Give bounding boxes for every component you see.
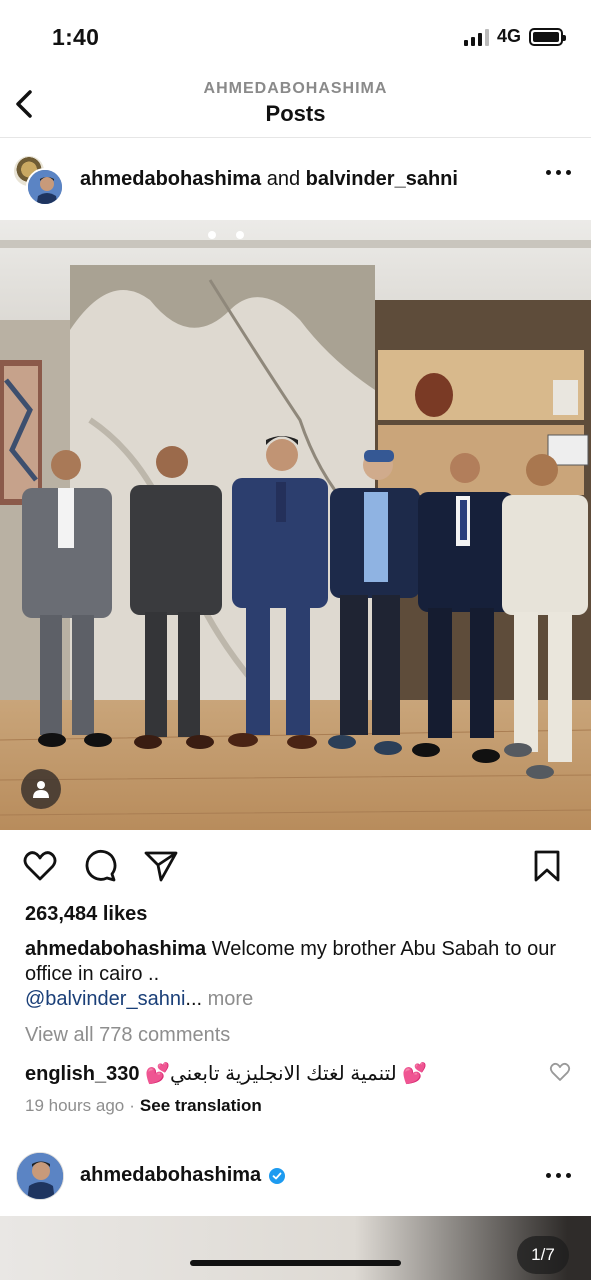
author-link[interactable]: balvinder_sahni — [306, 168, 458, 190]
more-link[interactable]: more — [202, 988, 254, 1010]
image-counter: 1/7 — [517, 1236, 569, 1274]
status-indicators: 4G — [463, 26, 566, 47]
avatar — [26, 168, 64, 206]
heart-icon — [549, 1062, 571, 1081]
home-indicator[interactable] — [190, 1260, 401, 1266]
post-header: ahmedabohashima and balvinder_sahni — [0, 140, 591, 220]
post-meta: 19 hours ago · See translation — [25, 1096, 262, 1116]
caption-ellipsis: ... — [185, 988, 203, 1010]
caption-username[interactable]: ahmedabohashima — [25, 938, 206, 960]
comment-item: english_330 💕لتنمية لغتك الانجليزية تابع… — [25, 1061, 555, 1086]
share-button[interactable] — [143, 848, 179, 884]
tagged-users-button[interactable] — [21, 769, 61, 809]
send-icon — [144, 851, 178, 882]
post-photo — [0, 220, 591, 830]
more-options-button[interactable] — [546, 170, 571, 175]
more-horizontal-icon — [546, 1173, 551, 1178]
author-link[interactable]: ahmedabohashima — [80, 168, 261, 190]
more-options-button[interactable] — [546, 1173, 571, 1178]
see-translation-link[interactable]: See translation — [140, 1096, 262, 1115]
avatar[interactable] — [16, 1152, 64, 1200]
network-type: 4G — [496, 26, 521, 46]
status-time: 1:40 — [52, 24, 100, 50]
comment-icon — [85, 850, 117, 882]
save-button[interactable] — [529, 848, 565, 884]
header-username: AHMEDABOHASHIMA — [203, 80, 388, 97]
post-caption: ahmedabohashima Welcome my brother Abu S… — [25, 937, 570, 1012]
post-actions — [0, 842, 591, 892]
comment-username[interactable]: english_330 — [25, 1063, 140, 1085]
post-time: 19 hours ago — [25, 1096, 125, 1115]
signal-icon — [463, 28, 489, 46]
post-image[interactable] — [0, 220, 591, 830]
comment-button[interactable] — [82, 848, 118, 884]
username-text: ahmedabohashima — [80, 1164, 262, 1186]
bookmark-icon — [534, 850, 560, 882]
next-post-image[interactable] — [0, 1216, 591, 1280]
status-bar: 1:40 4G — [0, 0, 591, 70]
comment-like-button[interactable] — [549, 1061, 571, 1083]
battery-icon — [529, 27, 566, 46]
person-icon — [33, 781, 49, 798]
likes-count[interactable]: 263,484 likes — [25, 903, 147, 926]
page-title: Posts — [265, 101, 326, 126]
like-button[interactable] — [22, 848, 58, 884]
next-post-header: ahmedabohashima — [0, 1148, 591, 1208]
comment-text: 💕لتنمية لغتك الانجليزية تابعني 💕 — [139, 1063, 428, 1085]
page-header: AHMEDABOHASHIMA Posts — [0, 70, 591, 138]
next-post-username[interactable]: ahmedabohashima — [80, 1164, 286, 1187]
separator: · — [129, 1096, 135, 1115]
post-authors: ahmedabohashima and balvinder_sahni — [80, 168, 458, 191]
view-comments-link[interactable]: View all 778 comments — [25, 1024, 230, 1047]
collab-avatars[interactable] — [12, 154, 64, 206]
heart-icon — [23, 851, 57, 881]
verified-badge-icon — [269, 1167, 286, 1184]
and-text: and — [261, 168, 306, 190]
more-horizontal-icon — [546, 170, 551, 175]
caption-mention[interactable]: @balvinder_sahni — [25, 988, 185, 1010]
